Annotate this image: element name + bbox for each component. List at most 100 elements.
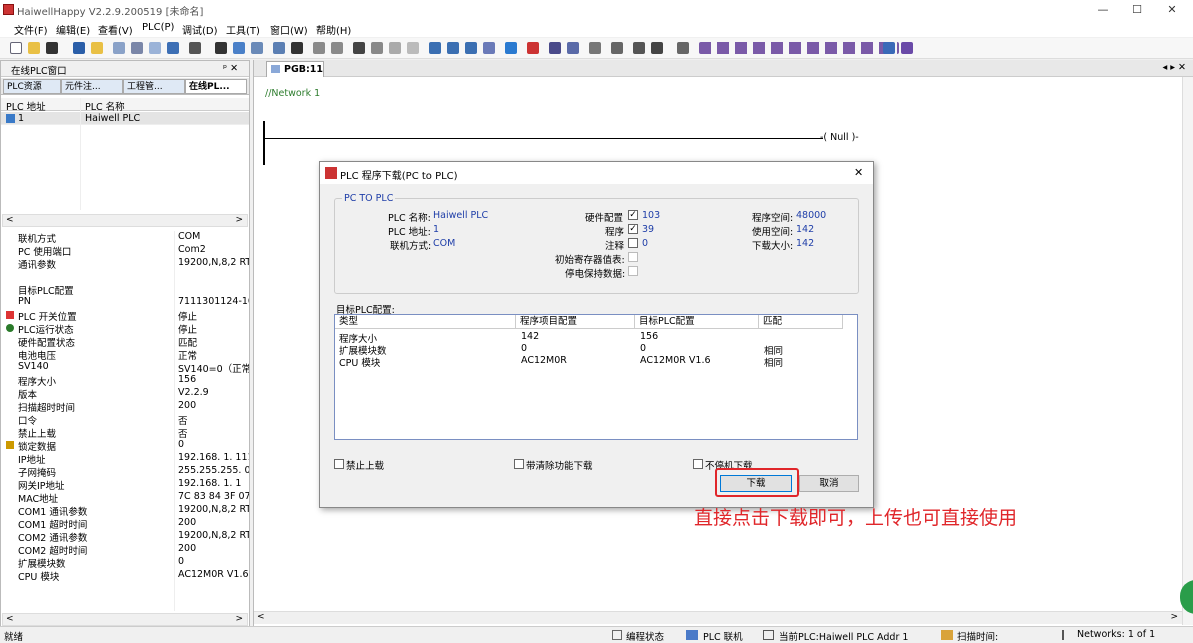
property-row[interactable]: 扫描超时时间 200 [1, 400, 249, 414]
property-row[interactable]: 扩展模块数 0 [1, 556, 249, 570]
print-preview-icon[interactable] [113, 42, 125, 54]
props-scrollbar[interactable]: < > [2, 613, 248, 626]
menu-edit[interactable]: 编辑(E) [56, 22, 90, 37]
compile-icon[interactable] [189, 42, 201, 54]
upload-icon[interactable] [215, 42, 227, 54]
menu-tools[interactable]: 工具(T) [226, 22, 260, 37]
save-icon[interactable] [73, 42, 85, 54]
instruction2-icon[interactable] [901, 42, 913, 54]
print-icon[interactable] [131, 42, 143, 54]
scroll-right-icon[interactable]: > [235, 215, 243, 225]
property-row[interactable] [1, 270, 249, 283]
plc-list-scrollbar[interactable]: < > [2, 214, 248, 227]
property-row[interactable]: PLC运行状态 停止 [1, 322, 249, 336]
tab-component-notes[interactable]: 元件注... [61, 79, 123, 94]
property-row[interactable]: 目标PLC配置 [1, 283, 249, 297]
init-register-checkbox[interactable] [628, 252, 638, 262]
tab-plc-resource[interactable]: PLC资源 [3, 79, 61, 94]
new-file-icon[interactable] [10, 42, 22, 54]
property-row[interactable]: 禁止上载 否 [1, 426, 249, 440]
monitor-icon[interactable] [251, 42, 263, 54]
page-setup-icon[interactable] [149, 42, 161, 54]
cut-icon[interactable] [353, 42, 365, 54]
editor-hscroll[interactable]: < > [254, 611, 1182, 624]
col-target-config[interactable]: 目标PLC配置 [635, 315, 759, 329]
clear-download-checkbox[interactable] [514, 459, 524, 469]
retain-data-checkbox[interactable] [628, 266, 638, 276]
menu-help[interactable]: 帮助(H) [316, 22, 351, 37]
comment-checkbox[interactable] [628, 238, 638, 248]
scroll-right-icon[interactable]: > [235, 614, 243, 624]
export-icon[interactable] [167, 42, 179, 54]
menu-file[interactable]: 文件(F) [14, 22, 48, 37]
check-icon[interactable] [549, 42, 561, 54]
column-plc-addr[interactable]: PLC 地址 [6, 99, 46, 113]
zoom-icon[interactable] [677, 42, 689, 54]
scroll-left-icon[interactable]: < [6, 215, 14, 225]
property-row[interactable]: 子网掩码 255.255.255. 0 [1, 465, 249, 479]
scroll-left-icon[interactable]: < [6, 614, 14, 624]
ladder-icon[interactable] [429, 42, 441, 54]
property-row[interactable]: 口令 否 [1, 413, 249, 427]
property-row[interactable]: 硬件配置状态 匹配 [1, 335, 249, 349]
property-row[interactable]: COM2 超时时间 200 [1, 543, 249, 557]
menu-debug[interactable]: 调试(D) [182, 22, 218, 37]
property-row[interactable]: 版本 V2.2.9 [1, 387, 249, 401]
property-row[interactable]: 锁定数据 0 [1, 439, 249, 453]
panel-pin-close[interactable]: ᵖ ✕ [223, 63, 238, 74]
column-plc-name[interactable]: PLC 名称 [85, 99, 125, 113]
null-coil[interactable]: -( Null )- [820, 132, 859, 143]
col-project-config[interactable]: 程序项目配置 [516, 315, 635, 329]
dialog-close-button[interactable]: ✕ [854, 166, 863, 179]
text-icon[interactable] [611, 42, 623, 54]
menu-plc[interactable]: PLC(P) [142, 22, 174, 33]
ladder3-icon[interactable] [465, 42, 477, 54]
contact-tools-icon[interactable] [699, 42, 899, 54]
scroll-left-icon[interactable]: < [257, 612, 265, 622]
redo-icon[interactable] [331, 42, 343, 54]
ladder4-icon[interactable] [483, 42, 495, 54]
hw-config-checkbox[interactable]: ✓ [628, 210, 638, 220]
property-row[interactable]: COM1 超时时间 200 [1, 517, 249, 531]
instruction-icon[interactable] [883, 42, 895, 54]
col-match[interactable]: 匹配 [759, 315, 843, 329]
stop-icon[interactable] [527, 42, 539, 54]
tab-pgb11[interactable]: PGB:11 [266, 61, 324, 77]
close-button[interactable]: ✕ [1158, 1, 1186, 18]
property-row[interactable]: CPU 模块 AC12M0R V1.6 [1, 569, 249, 583]
property-row[interactable]: PN 7111301124-101 [1, 296, 249, 309]
clear-icon[interactable] [651, 42, 663, 54]
grid-icon[interactable] [567, 42, 579, 54]
cancel-button[interactable]: 取消 [799, 475, 859, 492]
dropdown-icon[interactable] [46, 42, 58, 54]
menu-view[interactable]: 查看(V) [98, 22, 133, 37]
paste-icon[interactable] [389, 42, 401, 54]
property-row[interactable]: 电池电压 正常 [1, 348, 249, 362]
maximize-button[interactable]: ☐ [1123, 1, 1151, 18]
binoculars-icon[interactable] [291, 42, 303, 54]
delete-icon[interactable] [407, 42, 419, 54]
tab-online-plc[interactable]: 在线PL... [185, 79, 247, 94]
property-row[interactable]: 通讯参数 19200,N,8,2 RTU [1, 257, 249, 271]
import-icon[interactable] [91, 42, 103, 54]
network-icon[interactable] [505, 42, 517, 54]
find-icon[interactable] [273, 42, 285, 54]
scroll-right-icon[interactable]: > [1170, 612, 1178, 622]
property-row[interactable]: PC 使用端口 Com2 [1, 244, 249, 258]
tab-nav-buttons[interactable]: ◂ ▸ ✕ [1162, 62, 1186, 73]
forbid-upload-checkbox[interactable] [334, 459, 344, 469]
editor-vscroll[interactable] [1182, 77, 1193, 625]
undo-icon[interactable] [313, 42, 325, 54]
plc-list-row[interactable]: 1 Haiwell PLC [1, 112, 249, 125]
property-row[interactable]: COM1 通讯参数 19200,N,8,2 RTU [1, 504, 249, 518]
download-button[interactable]: 下载 [720, 475, 792, 492]
property-row[interactable]: 网关IP地址 192.168. 1. 1 [1, 478, 249, 492]
ladder2-icon[interactable] [447, 42, 459, 54]
table-icon[interactable] [589, 42, 601, 54]
open-folder-icon[interactable] [28, 42, 40, 54]
tab-project-manager[interactable]: 工程管... [123, 79, 185, 94]
minimize-button[interactable]: — [1089, 1, 1117, 18]
copy-icon[interactable] [371, 42, 383, 54]
col-type[interactable]: 类型 [335, 315, 516, 329]
property-row[interactable]: COM2 通讯参数 19200,N,8,2 RTU [1, 530, 249, 544]
